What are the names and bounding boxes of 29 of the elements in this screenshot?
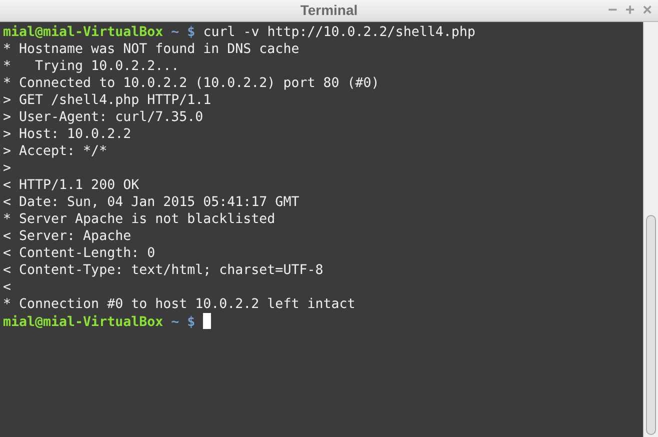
scrollbar[interactable] <box>643 22 658 437</box>
prompt-symbol: $ <box>187 315 196 330</box>
output-line: > Host: 10.0.2.2 <box>3 127 132 142</box>
prompt-path: ~ <box>171 315 180 330</box>
output-line: < Content-Length: 0 <box>3 246 156 261</box>
output-line: > Accept: */* <box>3 144 108 159</box>
output-line: * Server Apache is not blacklisted <box>3 212 276 227</box>
output-line: * Connected to 10.0.2.2 (10.0.2.2) port 80 (#0) <box>3 76 380 91</box>
window-title: Terminal <box>300 1 358 20</box>
prompt-user-host: mial@mial-VirtualBox <box>3 25 164 40</box>
output-line: > <box>3 161 12 176</box>
output-line: > User-Agent: curl/7.35.0 <box>3 110 204 125</box>
window-control-button[interactable]: + <box>625 3 635 19</box>
output-line: * Hostname was NOT found in DNS cache <box>3 42 300 57</box>
output-line: > GET /shell4.php HTTP/1.1 <box>3 93 212 108</box>
output-line: * Connection #0 to host 10.0.2.2 left intact <box>3 297 356 312</box>
window-control-button[interactable]: × <box>642 3 652 19</box>
prompt-path: ~ <box>171 25 180 40</box>
output-line: < Content-Type: text/html; charset=UTF-8 <box>3 263 324 278</box>
window-control-button[interactable]: − <box>608 3 618 19</box>
scrollbar-thumb[interactable] <box>646 215 656 435</box>
prompt-user-host: mial@mial-VirtualBox <box>3 315 164 330</box>
output-line: < Server: Apache <box>3 229 132 244</box>
output-line: < Date: Sun, 04 Jan 2015 05:41:17 GMT <box>3 195 300 210</box>
prompt-symbol: $ <box>187 25 196 40</box>
output-line: < <box>3 280 12 295</box>
output-line: < HTTP/1.1 200 OK <box>3 178 140 193</box>
output-line: * Trying 10.0.2.2... <box>3 59 180 74</box>
command-text: curl -v http://10.0.2.2/shell4.php <box>203 25 476 40</box>
